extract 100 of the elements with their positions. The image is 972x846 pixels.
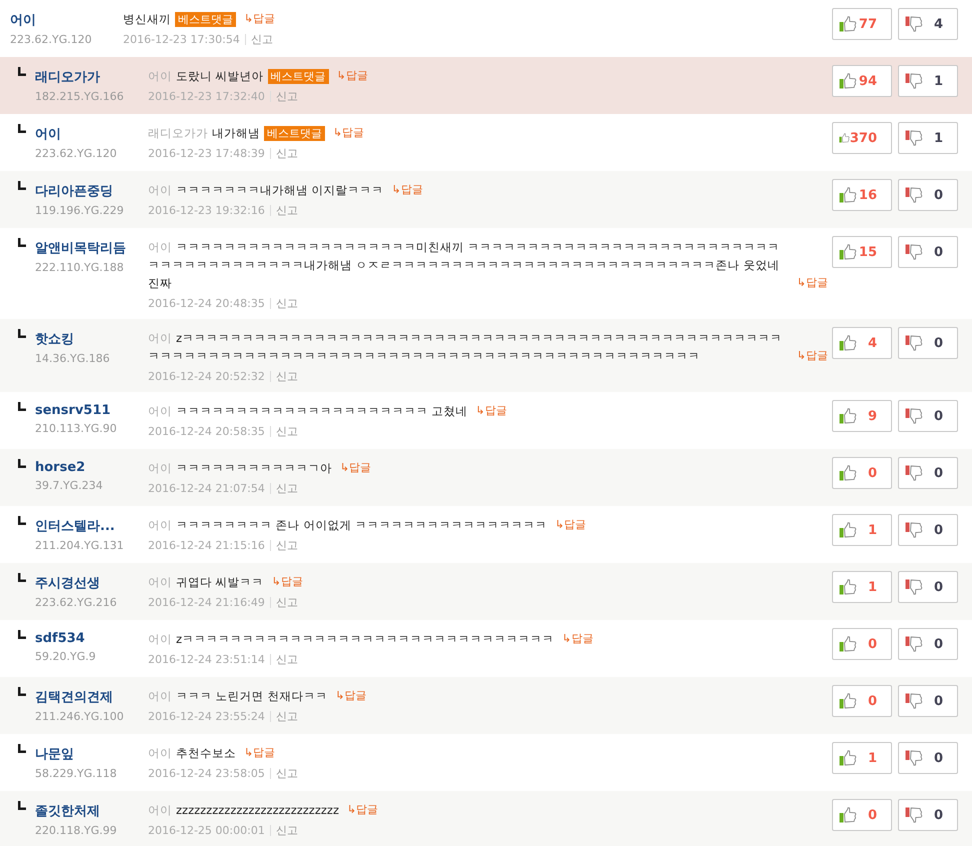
report-link[interactable]: 신고 bbox=[276, 203, 298, 218]
report-link[interactable]: 신고 bbox=[276, 709, 298, 724]
dislike-button[interactable]: 1 bbox=[898, 65, 958, 97]
reply-link[interactable]: ↳답글 bbox=[796, 347, 828, 365]
reply-link[interactable]: ↳답글 bbox=[346, 801, 378, 819]
like-button[interactable]: 1 bbox=[832, 742, 892, 774]
reply-link[interactable]: ↳답글 bbox=[335, 687, 367, 705]
dislike-button[interactable]: 0 bbox=[898, 514, 958, 546]
thumbs-down-icon bbox=[905, 750, 923, 766]
timestamp: 2016-12-24 21:15:16 bbox=[148, 539, 265, 552]
dislike-button[interactable]: 0 bbox=[898, 799, 958, 831]
reply-link[interactable]: ↳답글 bbox=[244, 10, 276, 28]
author-name[interactable]: sdf534 bbox=[35, 631, 96, 646]
thumbs-down-icon bbox=[905, 636, 923, 652]
author-name[interactable]: 졸깃한처제 bbox=[35, 802, 117, 820]
thumbs-down-icon bbox=[905, 408, 923, 424]
timestamp: 2016-12-24 21:07:54 bbox=[148, 482, 265, 495]
author-name[interactable]: 나문잎 bbox=[35, 745, 117, 763]
author-name[interactable]: 다리아픈중딩 bbox=[35, 182, 124, 200]
report-link[interactable]: 신고 bbox=[276, 538, 298, 553]
like-button[interactable]: 370 bbox=[832, 122, 892, 154]
reply-link[interactable]: ↳답글 bbox=[476, 402, 507, 420]
dislike-button[interactable]: 0 bbox=[898, 685, 958, 717]
timestamp: 2016-12-24 23:55:24 bbox=[148, 710, 265, 723]
dislike-button[interactable]: 0 bbox=[898, 179, 958, 211]
like-button[interactable]: 77 bbox=[832, 8, 892, 40]
dislike-button[interactable]: 0 bbox=[898, 457, 958, 489]
like-button[interactable]: 1 bbox=[832, 514, 892, 546]
author-name[interactable]: 김택견의견제 bbox=[35, 688, 124, 706]
author-name[interactable]: 어이 bbox=[10, 11, 92, 29]
reply-link[interactable]: ↳답글 bbox=[336, 67, 368, 85]
author-ip: 58.229.YG.118 bbox=[35, 767, 117, 780]
comment-text: 어이 zㅋㅋㅋㅋㅋㅋㅋㅋㅋㅋㅋㅋㅋㅋㅋㅋㅋㅋㅋㅋㅋㅋㅋㅋㅋㅋㅋㅋㅋㅋㅋㅋㅋㅋㅋㅋㅋㅋㅋㅋㅋㅋㅋㅋㅋㅋㅋㅋㅋㅋㅋㅋㅋㅋㅋㅋㅋㅋㅋㅋㅋㅋㅋㅋㅋㅋㅋㅋㅋㅋㅋㅋㅋㅋㅋㅋㅋㅋㅋㅋㅋㅋㅋㅋㅋㅋㅋㅋㅋㅋㅋㅋㅋㅋㅋㅋ bbox=[148, 330, 784, 365]
like-button[interactable]: 15 bbox=[832, 236, 892, 268]
report-link[interactable]: 신고 bbox=[250, 32, 273, 47]
reply-link[interactable]: ↳답글 bbox=[562, 630, 594, 648]
best-comment-badge: 베스트댓글 bbox=[268, 69, 329, 84]
thumbs-down-icon bbox=[905, 130, 923, 146]
report-link[interactable]: 신고 bbox=[276, 146, 298, 161]
like-button[interactable]: 0 bbox=[832, 799, 892, 831]
thumbs-up-icon bbox=[839, 750, 857, 766]
comment-text: 병신새끼 bbox=[123, 11, 171, 28]
thumbs-down-icon bbox=[905, 522, 923, 538]
report-link[interactable]: 신고 bbox=[276, 595, 298, 610]
reply-link[interactable]: ↳답글 bbox=[392, 181, 423, 199]
report-link[interactable]: 신고 bbox=[276, 652, 298, 667]
thumbs-up-icon bbox=[839, 807, 857, 823]
author-ip: 210.113.YG.90 bbox=[35, 422, 117, 435]
dislike-button[interactable]: 0 bbox=[898, 742, 958, 774]
report-link[interactable]: 신고 bbox=[276, 766, 298, 781]
like-button[interactable]: 4 bbox=[832, 327, 892, 359]
thumbs-up-icon bbox=[839, 636, 857, 652]
thumbs-up-icon bbox=[839, 522, 857, 538]
reply-link[interactable]: ↳답글 bbox=[340, 459, 372, 477]
like-button[interactable]: 0 bbox=[832, 685, 892, 717]
author-name[interactable]: 인터스텔라... bbox=[35, 517, 124, 535]
report-link[interactable]: 신고 bbox=[276, 296, 298, 311]
author-name[interactable]: 핫쇼킹 bbox=[35, 330, 110, 348]
like-button[interactable]: 9 bbox=[832, 400, 892, 432]
comment-text: 어이 ㅋㅋㅋㅋㅋㅋㅋㅋㅋㅋㅋㅋㅋㅋㅋㅋㅋㅋㅋㅋㅋ 고쳤네 bbox=[148, 403, 468, 420]
reply-link[interactable]: ↳답글 bbox=[244, 744, 276, 762]
thumbs-down-icon bbox=[905, 16, 923, 32]
comment-text: 어이 추천수보소 bbox=[148, 745, 236, 762]
author-name[interactable]: 어이 bbox=[35, 125, 117, 143]
dislike-button[interactable]: 0 bbox=[898, 236, 958, 268]
author-name[interactable]: 알앤비목탁리듬 bbox=[35, 239, 126, 257]
comment-text: 어이 ㅋㅋㅋㅋㅋㅋㅋㅋㅋㅋㅋㅋㅋㅋㅋㅋㅋㅋㅋㅋ미친새끼 ㅋㅋㅋㅋㅋㅋㅋㅋㅋㅋㅋㅋㅋㅋㅋㅋㅋㅋㅋㅋㅋㅋㅋㅋㅋㅋㅋㅋㅋㅋㅋㅋㅋㅋㅋㅋㅋㅋㅋ내가해냄 ㅇㅈㄹㅋㅋㅋㅋㅋㅋㅋㅋㅋㅋㅋㅋㅋㅋㅋㅋㅋㅋㅋㅋㅋㅋㅋㅋㅋㅋㅋ존나 웃었네 진짜 bbox=[148, 239, 781, 292]
thumbs-up-icon bbox=[839, 465, 857, 481]
like-button[interactable]: 94 bbox=[832, 65, 892, 97]
thumbs-up-icon bbox=[839, 73, 857, 89]
like-button[interactable]: 0 bbox=[832, 628, 892, 660]
author-name[interactable]: 주시경선생 bbox=[35, 574, 117, 592]
author-name[interactable]: sensrv511 bbox=[35, 403, 117, 418]
thumbs-down-icon bbox=[905, 693, 923, 709]
report-link[interactable]: 신고 bbox=[276, 369, 298, 384]
like-button[interactable]: 0 bbox=[832, 457, 892, 489]
thumbs-up-icon bbox=[839, 335, 857, 351]
dislike-button[interactable]: 1 bbox=[898, 122, 958, 154]
dislike-button[interactable]: 0 bbox=[898, 327, 958, 359]
dislike-button[interactable]: 0 bbox=[898, 400, 958, 432]
dislike-button[interactable]: 4 bbox=[898, 8, 958, 40]
reply-link[interactable]: ↳답글 bbox=[333, 124, 364, 142]
author-ip: 182.215.YG.166 bbox=[35, 90, 124, 103]
like-button[interactable]: 1 bbox=[832, 571, 892, 603]
comment-text: 어이 ㅋㅋㅋㅋㅋㅋㅋㅋ 존나 어이없게 ㅋㅋㅋㅋㅋㅋㅋㅋㅋㅋㅋㅋㅋㅋㅋㅋ bbox=[148, 517, 547, 534]
reply-link[interactable]: ↳답글 bbox=[272, 573, 303, 591]
thumbs-up-icon bbox=[839, 693, 857, 709]
report-link[interactable]: 신고 bbox=[276, 481, 298, 496]
report-link[interactable]: 신고 bbox=[276, 424, 298, 439]
comment-text: 래디오가가 내가해냄 bbox=[148, 125, 260, 142]
like-button[interactable]: 16 bbox=[832, 179, 892, 211]
author-name[interactable]: horse2 bbox=[35, 460, 103, 475]
author-name[interactable]: 래디오가가 bbox=[35, 68, 124, 86]
reply-link[interactable]: ↳답글 bbox=[796, 274, 828, 292]
report-link[interactable]: 신고 bbox=[276, 823, 298, 838]
author-ip: 223.62.YG.216 bbox=[35, 596, 117, 609]
dislike-button[interactable]: 0 bbox=[898, 571, 958, 603]
report-link[interactable]: 신고 bbox=[276, 89, 298, 104]
reply-link[interactable]: ↳답글 bbox=[554, 516, 586, 534]
dislike-button[interactable]: 0 bbox=[898, 628, 958, 660]
